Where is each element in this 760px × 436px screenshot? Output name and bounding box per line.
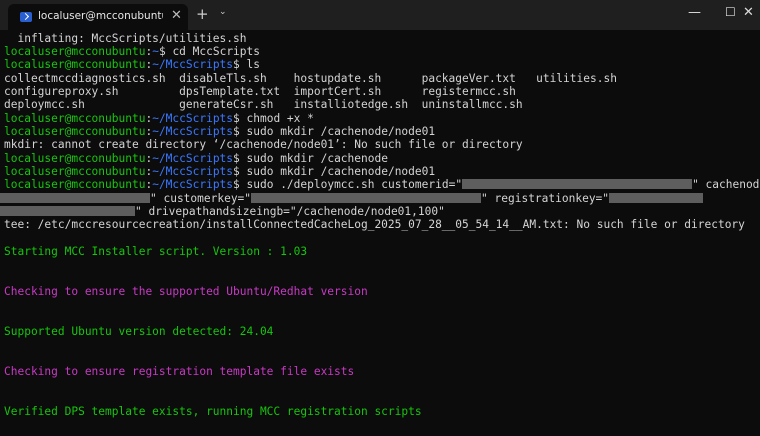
prompt-line: localuser@mcconubuntu:~/MccScripts$ chmo… (4, 112, 314, 125)
output-line: configureproxy.sh dpsTemplate.txt import… (4, 85, 516, 98)
powershell-icon (20, 12, 32, 22)
tab-title: localuser@mcconubuntu: ~/M (38, 10, 163, 22)
prompt-line: localuser@mcconubuntu:~/MccScripts$ sudo… (4, 178, 760, 191)
output-line: Starting MCC Installer script. Version :… (4, 245, 308, 258)
output-line: " drivepathandsizeingb="/cachenode/node0… (0, 205, 445, 219)
redacted-customerkey (251, 193, 482, 203)
output-line: Supported Ubuntu version detected: 24.04 (4, 325, 274, 338)
command: cd MccScripts (172, 45, 260, 58)
output-line: Verified DPS template exists, running MC… (4, 405, 422, 418)
prompt-line: localuser@mcconubuntu:~/MccScripts$ sudo… (4, 125, 436, 138)
title-bar: localuser@mcconubuntu: ~/M ✕ + ⌄ — ☐ ✕ (0, 0, 760, 30)
redacted-registrationkey (609, 193, 704, 203)
new-tab-button[interactable]: + (196, 5, 209, 23)
terminal-output[interactable]: inflating: MccScripts/utilities.sh local… (0, 32, 760, 436)
redacted-cachenodeid (0, 193, 150, 203)
output-line: inflating: MccScripts/utilities.sh (4, 32, 247, 45)
prompt-line: localuser@mcconubuntu:~/MccScripts$ ls (4, 58, 260, 71)
prompt-user: localuser@mcconubuntu (4, 45, 146, 58)
output-line: collectmccdiagnostics.sh disableTls.sh h… (4, 72, 617, 85)
output-line: " customerkey=" " registrationkey=" (0, 192, 704, 206)
maximize-button[interactable]: ☐ (725, 5, 736, 19)
prompt-line: localuser@mcconubuntu:~$ cd MccScripts (4, 45, 260, 58)
terminal-tab[interactable]: localuser@mcconubuntu: ~/M ✕ (8, 4, 188, 30)
output-line: deploymcc.sh generateCsr.sh installioted… (4, 98, 523, 111)
redacted-customerid (462, 179, 693, 189)
prompt-line: localuser@mcconubuntu:~/MccScripts$ sudo… (4, 165, 436, 178)
redacted-registrationkey (0, 206, 135, 216)
close-button[interactable]: ✕ (743, 5, 754, 20)
output-line: Checking to ensure the supported Ubuntu/… (4, 285, 368, 298)
chevron-down-icon[interactable]: ⌄ (219, 7, 227, 17)
prompt-path: ~ (152, 45, 159, 58)
error-line: mkdir: cannot create directory ‘/cacheno… (4, 138, 523, 151)
minimize-button[interactable]: — (688, 5, 701, 20)
tab-close-icon[interactable]: ✕ (171, 8, 182, 23)
error-line: tee: /etc/mccresourcecreation/installCon… (4, 218, 745, 231)
output-line: Checking to ensure registration template… (4, 365, 355, 378)
prompt-line: localuser@mcconubuntu:~/MccScripts$ sudo… (4, 152, 388, 165)
